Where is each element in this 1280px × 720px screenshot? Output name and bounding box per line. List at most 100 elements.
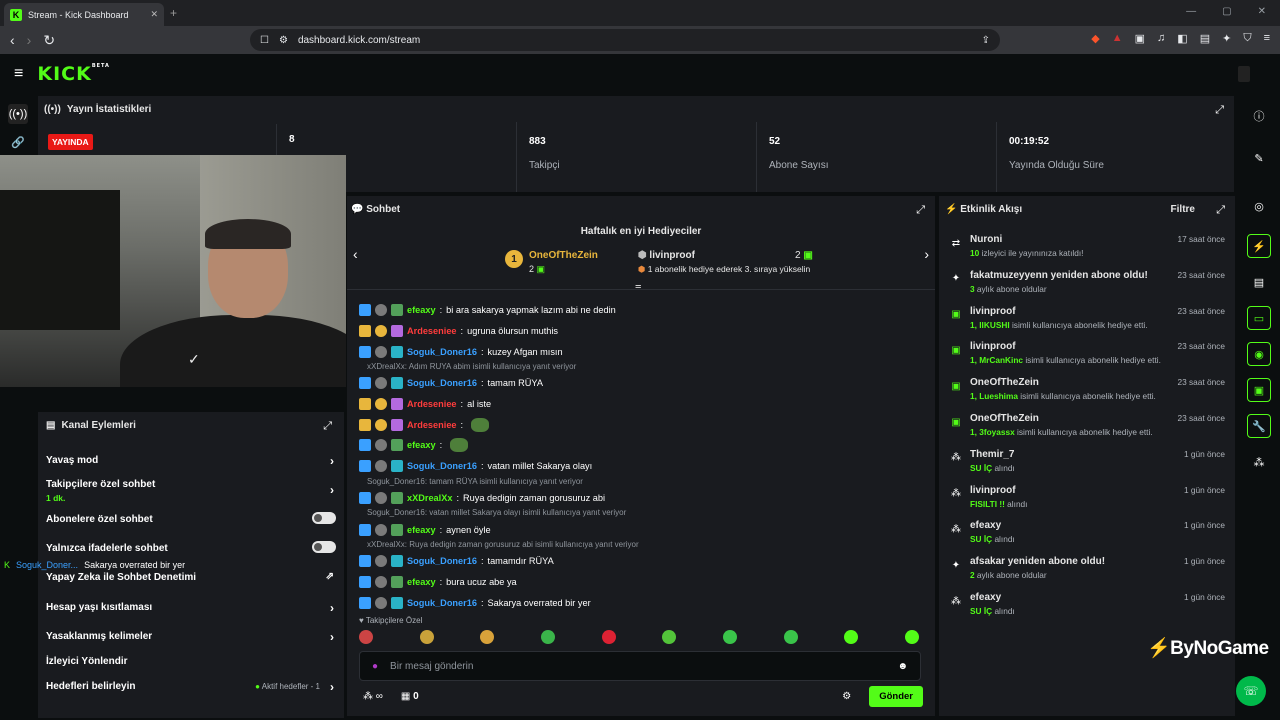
mic-icon[interactable]: ● bbox=[372, 661, 378, 672]
expand-icon[interactable]: ⤢ bbox=[1215, 104, 1224, 117]
expand-icon[interactable]: ⤢ bbox=[1216, 204, 1225, 217]
emote-icon[interactable] bbox=[904, 630, 919, 644]
rewards-icon[interactable]: ▲ bbox=[1112, 32, 1123, 45]
action-ai-moderation[interactable]: Yapay Zeka ile Sohbet Denetimi ⇗ bbox=[46, 571, 336, 583]
actions-rail-icon[interactable]: ▣ bbox=[1247, 378, 1271, 402]
close-tab-icon[interactable]: ✕ bbox=[150, 9, 158, 20]
camera-icon[interactable]: ◎ bbox=[1247, 194, 1271, 218]
store-icon[interactable]: ▦ 0 bbox=[401, 691, 419, 702]
action-banned-words[interactable]: Yasaklanmış kelimeler › bbox=[46, 630, 336, 644]
chat-username[interactable]: xXDrealXx bbox=[407, 493, 452, 503]
activity-event[interactable]: ▣ livinproof 1, IIKUSHI isimli kullanıcıya… bbox=[949, 304, 1225, 336]
action-slow-mode[interactable]: Yavaş mod › bbox=[46, 454, 336, 468]
gifter-2[interactable]: ⬢ livinproof 2 ▣ ⬢ 1 abonelik hediye edere… bbox=[638, 250, 813, 275]
ai-icon[interactable]: ✦ bbox=[1222, 32, 1231, 45]
chat-message[interactable]: Ardeseniee: al iste bbox=[359, 394, 919, 415]
back-icon[interactable]: ‹ bbox=[10, 32, 15, 49]
activity-event[interactable]: ⁂ livinproof FISILTI !! alındı 1 gün önce bbox=[949, 483, 1225, 515]
rewards-icon[interactable]: ⁂ bbox=[1247, 450, 1271, 474]
vpn-icon[interactable]: ⛉ bbox=[1243, 32, 1251, 45]
activity-event[interactable]: ⁂ Themir_7 SU İÇ alındı 1 gün önce bbox=[949, 447, 1225, 479]
next-arrow-icon[interactable]: › bbox=[924, 246, 929, 262]
kick-logo[interactable]: KICKBETA bbox=[37, 63, 110, 85]
chat-username[interactable]: Soguk_Doner16 bbox=[407, 347, 477, 357]
subscribers-only-toggle[interactable] bbox=[312, 512, 336, 524]
share-icon[interactable]: ⇪ bbox=[982, 35, 990, 46]
edit-icon[interactable]: ✎ bbox=[1247, 146, 1271, 170]
emote-icon[interactable] bbox=[419, 630, 434, 644]
bookmark-icon[interactable]: ☐ bbox=[260, 35, 269, 46]
chat-message[interactable]: Soguk_Doner16: tamamdır RÜYA bbox=[359, 551, 919, 572]
chat-message[interactable]: Soguk_Doner16: kuzey Afgan mısın bbox=[359, 341, 919, 362]
filter-icon[interactable]: ≡ bbox=[635, 282, 641, 294]
address-bar[interactable]: ☐ ⚙ dashboard.kick.com/stream ⇪ bbox=[250, 29, 1000, 51]
link-icon[interactable]: 🔗 bbox=[8, 132, 28, 152]
chat-username[interactable]: efeaxy bbox=[407, 305, 436, 315]
chat-username[interactable]: Ardeseniee bbox=[407, 326, 457, 336]
broadcast-icon[interactable]: ((•)) bbox=[8, 104, 28, 124]
activity-event[interactable]: ✦ fakatmuzeyyenn yeniden abone oldu! 3 ayl… bbox=[949, 268, 1225, 300]
chat-username[interactable]: Soguk_Doner16 bbox=[407, 598, 477, 608]
minimize-icon[interactable]: — bbox=[1186, 6, 1196, 17]
action-followers-only[interactable]: Takipçilere özel sohbet 1 dk. › bbox=[46, 479, 336, 503]
brave-shield-icon[interactable]: ◆ bbox=[1091, 32, 1099, 45]
wallet-icon[interactable]: ▤ bbox=[1200, 32, 1210, 45]
expand-icon[interactable]: ⤢ bbox=[916, 204, 925, 217]
activity-event[interactable]: ⇄ Nuroni 10 izleyici ile yayınınıza katıld… bbox=[949, 232, 1225, 264]
chat-message[interactable]: Ardeseniee: ugruna ölursun muthis bbox=[359, 321, 919, 342]
chat-message[interactable]: Soguk_Doner16: Sakarya overrated bir yer bbox=[359, 592, 919, 613]
chat-input[interactable]: ● Bir mesaj gönderin ☻ bbox=[359, 651, 921, 681]
emote-icon[interactable] bbox=[540, 630, 555, 644]
music-icon[interactable]: ♫ bbox=[1157, 32, 1165, 45]
chat-message[interactable]: efeaxy: aynen öyle bbox=[359, 519, 919, 540]
chat-message[interactable]: Soguk_Doner16: tamam RÜYA bbox=[359, 373, 919, 394]
prev-arrow-icon[interactable]: ‹ bbox=[353, 246, 358, 262]
emote-icon[interactable] bbox=[722, 630, 737, 644]
chat-message[interactable]: Ardeseniee: bbox=[359, 414, 919, 435]
split-icon[interactable]: ◧ bbox=[1177, 32, 1187, 45]
emote-icon[interactable] bbox=[359, 630, 373, 644]
activity-event[interactable]: ▣ OneOfTheZein 1, Lueshima isimli kullanıc… bbox=[949, 375, 1225, 407]
chat-username[interactable]: Ardeseniee bbox=[407, 399, 457, 409]
browser-tab[interactable]: K Stream - Kick Dashboard ✕ bbox=[4, 3, 164, 26]
chat-rail-icon[interactable]: ▭ bbox=[1247, 306, 1271, 330]
emote-only-toggle[interactable] bbox=[312, 541, 336, 553]
action-raid[interactable]: İzleyici Yönlendir bbox=[46, 656, 336, 667]
send-button[interactable]: Gönder bbox=[869, 686, 923, 707]
forward-icon[interactable]: › bbox=[27, 32, 32, 49]
support-chat-icon[interactable]: ☏ bbox=[1236, 676, 1266, 706]
action-account-age[interactable]: Hesap yaşı kısıtlaması › bbox=[46, 601, 336, 615]
activity-event[interactable]: ⁂ efeaxy SU İÇ alındı 1 gün önce bbox=[949, 518, 1225, 550]
emote-icon[interactable] bbox=[783, 630, 798, 644]
notes-icon[interactable]: ▤ bbox=[1247, 270, 1271, 294]
hamburger-menu-icon[interactable]: ≡ bbox=[14, 65, 23, 83]
activity-event[interactable]: ▣ OneOfTheZein 1, 3foyassx isimli kullanıc… bbox=[949, 411, 1225, 443]
chat-message[interactable]: xXDrealXx: Ruya dedigin zaman gorusuruz a… bbox=[359, 488, 919, 509]
chat-message[interactable]: efeaxy: bi ara sakarya yapmak lazım abi n… bbox=[359, 300, 919, 321]
reload-icon[interactable]: ↻ bbox=[43, 32, 55, 49]
emoji-icon[interactable]: ☻ bbox=[897, 661, 908, 672]
new-tab-icon[interactable]: + bbox=[170, 6, 177, 20]
chat-username[interactable]: efeaxy bbox=[407, 577, 436, 587]
chat-message[interactable]: efeaxy: bbox=[359, 435, 919, 456]
chat-username[interactable]: Soguk_Doner16 bbox=[407, 556, 477, 566]
chat-username[interactable]: efeaxy bbox=[407, 525, 436, 535]
activity-event[interactable]: ▣ livinproof 1, MrCanKinc isimli kullanıcı… bbox=[949, 339, 1225, 371]
filter-button[interactable]: Filtre bbox=[1171, 204, 1195, 215]
action-set-goals[interactable]: Hedefleri belirleyin ● Aktif hedefler - 1… bbox=[46, 680, 336, 694]
emote-icon[interactable] bbox=[480, 630, 495, 644]
chat-username[interactable]: Soguk_Doner16 bbox=[407, 461, 477, 471]
sidebar-icon[interactable]: ▣ bbox=[1135, 32, 1145, 45]
expand-icon[interactable]: ⤢ bbox=[323, 420, 332, 433]
chat-message[interactable]: Soguk_Doner16: vatan millet Sakarya olayı bbox=[359, 456, 919, 477]
activity-event[interactable]: ⁂ efeaxy SU İÇ alındı 1 gün önce bbox=[949, 590, 1225, 622]
points-icon[interactable]: ⁂ ∞ bbox=[363, 691, 383, 702]
chat-username[interactable]: efeaxy bbox=[407, 440, 436, 450]
activity-rail-icon[interactable]: ⚡ bbox=[1247, 234, 1271, 258]
chat-message[interactable]: efeaxy: bura ucuz abe ya bbox=[359, 572, 919, 593]
gifter-1[interactable]: 1 OneOfTheZein 2 ▣ bbox=[505, 250, 598, 275]
wrench-icon[interactable]: 🔧 bbox=[1247, 414, 1271, 438]
site-info-icon[interactable]: ⚙ bbox=[279, 35, 288, 46]
chat-username[interactable]: Ardeseniee bbox=[407, 420, 457, 430]
info-icon[interactable]: ⓘ bbox=[1247, 104, 1271, 128]
